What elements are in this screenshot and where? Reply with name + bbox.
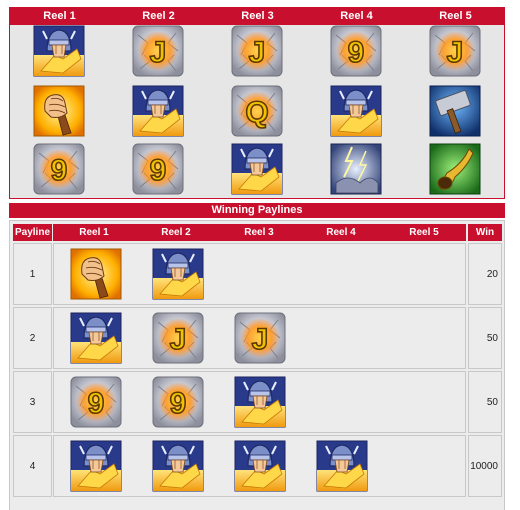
svg-text:J: J xyxy=(447,36,464,69)
symbol-9-icon: 9 xyxy=(70,376,122,428)
symbol-q-icon: Q xyxy=(231,85,283,137)
payline-row: 3 9 9 50 xyxy=(10,371,504,433)
reel-header-1: Reel 1 xyxy=(43,10,76,22)
reel-header-5: Reel 5 xyxy=(439,10,472,22)
payline-number-text: 2 xyxy=(29,333,36,344)
payline-win: 10000 xyxy=(468,435,502,497)
warrior-icon xyxy=(132,85,184,137)
payline-number: 2 xyxy=(13,307,52,369)
symbol-9-icon: 9 xyxy=(33,143,85,195)
payline-symbols xyxy=(53,435,466,497)
payline-reel-header-3: Reel 3 xyxy=(244,227,274,238)
symbol-j-icon: J xyxy=(231,25,283,77)
slot-results-panel: Reel 1 Reel 2 Reel 3 Reel 4 Reel 5 J J 9… xyxy=(0,0,520,510)
payline-win-amount: 50 xyxy=(486,333,498,344)
warrior-icon xyxy=(316,440,368,492)
payline-row: 1 20 xyxy=(10,243,504,305)
symbol-j-icon: J xyxy=(234,312,286,364)
payline-number-text: 1 xyxy=(29,269,36,280)
svg-text:9: 9 xyxy=(348,36,365,69)
payline-symbols: J J xyxy=(53,307,466,369)
fist-icon xyxy=(33,85,85,137)
payline-symbols: 9 9 xyxy=(53,371,466,433)
symbol-9-icon: 9 xyxy=(330,25,382,77)
payline-win: 50 xyxy=(468,371,502,433)
payline-reel-header-1: Reel 1 xyxy=(79,227,109,238)
payline-column-header: Payline xyxy=(13,224,52,241)
svg-text:9: 9 xyxy=(170,387,187,420)
payline-win-amount: 20 xyxy=(486,269,498,280)
paylines-table: Payline Reel 1 Reel 2 Reel 3 Reel 4 Reel… xyxy=(9,220,505,510)
warrior-icon xyxy=(70,440,122,492)
svg-text:9: 9 xyxy=(150,154,167,187)
symbol-j-icon: J xyxy=(429,25,481,77)
payline-number-text: 3 xyxy=(29,397,36,408)
warrior-icon xyxy=(152,248,204,300)
warrior-icon xyxy=(33,25,85,77)
warrior-icon xyxy=(70,312,122,364)
payline-win: 50 xyxy=(468,307,502,369)
payline-reel-header-2: Reel 2 xyxy=(161,227,191,238)
svg-text:J: J xyxy=(150,36,167,69)
payline-win: 20 xyxy=(468,243,502,305)
fist-icon xyxy=(70,248,122,300)
reel-grid: Reel 1 Reel 2 Reel 3 Reel 4 Reel 5 J J 9… xyxy=(9,7,505,199)
payline-row: 4 10000 xyxy=(10,435,504,497)
warrior-icon xyxy=(152,440,204,492)
symbol-9-icon: 9 xyxy=(152,376,204,428)
svg-text:Q: Q xyxy=(245,96,268,129)
horn-icon xyxy=(429,143,481,195)
symbol-j-icon: J xyxy=(132,25,184,77)
paylines-reel-headers: Reel 1 Reel 2 Reel 3 Reel 4 Reel 5 xyxy=(53,224,466,241)
payline-win-amount: 10000 xyxy=(470,461,498,472)
warrior-icon xyxy=(330,85,382,137)
payline-number-text: 4 xyxy=(29,461,36,472)
svg-text:J: J xyxy=(249,36,266,69)
storm-icon xyxy=(330,143,382,195)
reel-header-2: Reel 2 xyxy=(142,10,175,22)
payline-row: 2 J J 50 xyxy=(10,307,504,369)
reel-grid-header: Reel 1 Reel 2 Reel 3 Reel 4 Reel 5 xyxy=(10,8,504,25)
payline-symbols xyxy=(53,243,466,305)
payline-reel-header-4: Reel 4 xyxy=(326,227,356,238)
payline-win-amount: 50 xyxy=(486,397,498,408)
svg-text:J: J xyxy=(252,323,269,356)
symbol-j-icon: J xyxy=(152,312,204,364)
warrior-icon xyxy=(234,440,286,492)
reel-header-4: Reel 4 xyxy=(340,10,373,22)
svg-text:J: J xyxy=(170,323,187,356)
reel-header-3: Reel 3 xyxy=(241,10,274,22)
winning-paylines-title: Winning Paylines xyxy=(9,203,505,218)
symbol-9-icon: 9 xyxy=(132,143,184,195)
warrior-icon xyxy=(234,376,286,428)
hammer-icon xyxy=(429,85,481,137)
svg-text:9: 9 xyxy=(88,387,105,420)
warrior-icon xyxy=(231,143,283,195)
payline-number: 3 xyxy=(13,371,52,433)
payline-reel-header-5: Reel 5 xyxy=(409,227,439,238)
win-column-header: Win xyxy=(468,224,502,241)
payline-number: 1 xyxy=(13,243,52,305)
svg-text:9: 9 xyxy=(51,154,68,187)
payline-number: 4 xyxy=(13,435,52,497)
